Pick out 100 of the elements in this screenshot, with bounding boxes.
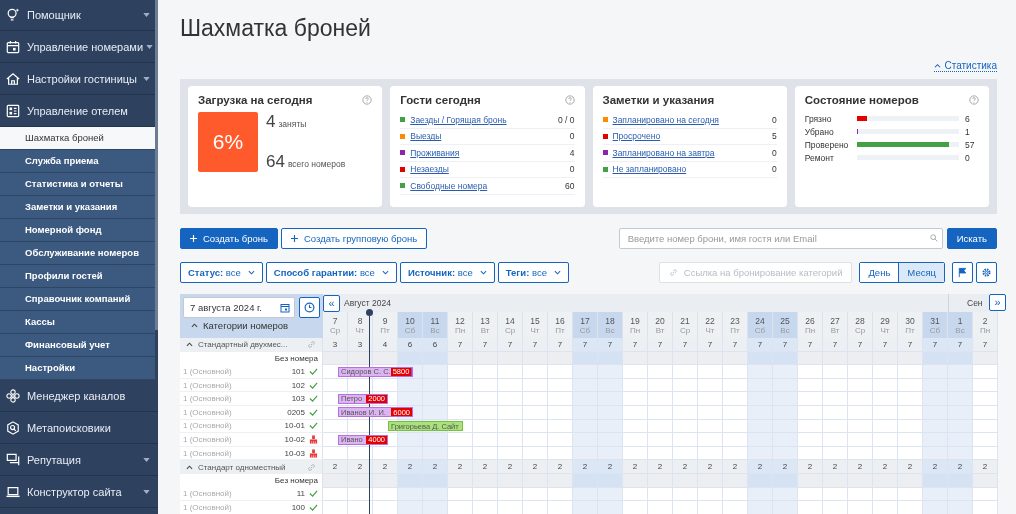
create-group-booking-button[interactable]: Создать групповую бронь bbox=[280, 227, 428, 249]
summary-value: 0 bbox=[569, 131, 575, 142]
availability-cell: 2 bbox=[623, 460, 648, 474]
sidebar-subitem[interactable]: Профили гостей bbox=[0, 265, 155, 288]
sidebar-subitem[interactable]: Статистика и отчеты bbox=[0, 173, 155, 196]
calendar-row[interactable] bbox=[323, 501, 998, 514]
previous-month-button[interactable]: « bbox=[323, 294, 340, 312]
link-icon bbox=[668, 267, 678, 277]
sidebar-item[interactable]: Репутация bbox=[0, 444, 158, 476]
clock-button[interactable] bbox=[299, 297, 320, 318]
day-header: 13 Вт bbox=[473, 312, 498, 338]
total-label: всего номеров bbox=[287, 159, 346, 169]
day-header: 2 Пн bbox=[973, 312, 998, 338]
availability-cell: 2 bbox=[648, 460, 673, 474]
availability-cell: 2 bbox=[423, 460, 448, 474]
status-value: 6 bbox=[965, 113, 971, 124]
availability-cell: 7 bbox=[748, 338, 773, 352]
summary-link[interactable]: Выезды bbox=[410, 131, 570, 142]
settings-icon bbox=[981, 266, 992, 278]
sidebar-item[interactable]: Конструктор сайта bbox=[0, 476, 158, 508]
caret-icon bbox=[143, 489, 150, 494]
availability-cell: 2 bbox=[948, 460, 973, 474]
summary-link[interactable]: Запланировано на завтра bbox=[612, 147, 772, 158]
flag-icon bbox=[957, 266, 968, 278]
calendar-row[interactable] bbox=[323, 473, 998, 488]
search-button[interactable]: Искать bbox=[946, 227, 997, 249]
room-number: 100 bbox=[291, 502, 305, 512]
summary-value: 60 bbox=[565, 180, 575, 191]
availability-cell: 7 bbox=[598, 338, 623, 352]
sidebar-subitem[interactable]: Кассы bbox=[0, 311, 155, 334]
filter-dropdown[interactable]: Способ гарантии: все bbox=[265, 261, 397, 283]
calendar-row[interactable] bbox=[323, 446, 998, 461]
date-field[interactable]: 7 августа 2024 г. bbox=[183, 297, 295, 318]
caret-up-icon bbox=[191, 323, 198, 328]
caret-up-icon bbox=[934, 63, 942, 68]
availability-cell: 7 bbox=[673, 338, 698, 352]
summary-link[interactable]: Свободные номера bbox=[410, 180, 566, 191]
summary-link[interactable]: Заезды / Горящая бронь bbox=[410, 114, 558, 125]
sidebar-subitem[interactable]: Шахматка броней bbox=[0, 127, 155, 150]
next-month-button[interactable]: » bbox=[989, 294, 1006, 311]
calendar-row[interactable] bbox=[323, 378, 998, 393]
summary-link[interactable]: Проживания bbox=[410, 147, 570, 158]
create-booking-button[interactable]: Создать бронь bbox=[180, 227, 278, 249]
sidebar-subitem[interactable]: Обслуживание номеров bbox=[0, 242, 155, 265]
day-header: 8 Чт bbox=[348, 312, 373, 338]
statistics-link[interactable]: Статистика bbox=[934, 60, 997, 72]
sidebar-item[interactable]: Метапоисковики bbox=[0, 412, 158, 444]
summary-link[interactable]: Запланировано на сегодня bbox=[612, 114, 772, 125]
view-mode-tab[interactable]: Месяц bbox=[898, 262, 944, 282]
sidebar-subitem[interactable]: Настройки bbox=[0, 357, 155, 380]
load-percent: 6% bbox=[198, 112, 258, 172]
day-header: 12 Пн bbox=[448, 312, 473, 338]
summary-value: 0 bbox=[772, 164, 777, 175]
summary-link[interactable]: Просрочено bbox=[612, 131, 772, 142]
availability-cell: 2 bbox=[498, 460, 523, 474]
dashboard-icon bbox=[6, 103, 20, 118]
day-header: 30 Пт bbox=[898, 312, 923, 338]
calendar-row[interactable] bbox=[323, 487, 998, 502]
link-icon bbox=[307, 462, 316, 472]
sidebar-subitem[interactable]: Справочник компаний bbox=[0, 288, 155, 311]
help-icon[interactable] bbox=[362, 95, 373, 105]
sidebar-subitem[interactable]: Служба приема bbox=[0, 150, 155, 173]
occupied-count: 4 bbox=[266, 112, 276, 132]
category-row[interactable]: Стандартный двухмес... bbox=[180, 338, 323, 352]
search-icon[interactable] bbox=[929, 234, 938, 242]
status-label: Убрано bbox=[804, 126, 835, 137]
sidebar-subitem[interactable]: Финансовый учет bbox=[0, 334, 155, 357]
filter-dropdown[interactable]: Источник: все bbox=[399, 261, 495, 283]
sidebar-subitem[interactable]: Номерной фонд bbox=[0, 219, 155, 242]
settings-button[interactable] bbox=[976, 261, 997, 283]
summary-link[interactable]: Не запланировано bbox=[612, 164, 772, 175]
category-row[interactable]: Стандарт одноместный bbox=[180, 460, 323, 474]
categories-header[interactable]: Категории номеров bbox=[183, 320, 320, 331]
summary-value: 0 bbox=[772, 114, 777, 125]
day-header: 18 Вс bbox=[598, 312, 623, 338]
summary-value: 0 / 0 bbox=[557, 114, 575, 125]
sidebar-item[interactable]: Менеджер каналов bbox=[0, 380, 158, 412]
calendar-row[interactable] bbox=[323, 351, 998, 366]
sidebar-subitem[interactable]: Заметки и указания bbox=[0, 196, 155, 219]
filter-dropdown[interactable]: Статус: все bbox=[180, 261, 263, 283]
day-header: 25 Вс bbox=[773, 312, 798, 338]
rate-label: 1 (Основной) bbox=[183, 394, 233, 404]
availability-cell: 7 bbox=[473, 338, 498, 352]
card-title: Заметки и указания bbox=[602, 94, 715, 106]
availability-cell: 2 bbox=[723, 460, 748, 474]
month-label: Сен bbox=[967, 298, 983, 308]
laptop-icon bbox=[6, 484, 20, 499]
availability-cell: 2 bbox=[548, 460, 573, 474]
rate-label: 1 (Основной) bbox=[183, 421, 233, 431]
card-title: Загрузка на сегодня bbox=[198, 94, 313, 106]
availability-cell: 2 bbox=[873, 460, 898, 474]
day-header: 23 Пт bbox=[723, 312, 748, 338]
total-count: 64 bbox=[266, 152, 285, 172]
help-icon[interactable] bbox=[564, 95, 575, 105]
search-field[interactable]: Введите номер брони, имя гостя или Email bbox=[618, 227, 943, 249]
help-icon[interactable] bbox=[969, 95, 979, 105]
flag-button[interactable] bbox=[952, 261, 973, 283]
summary-link[interactable]: Незаезды bbox=[410, 164, 570, 175]
view-mode-tab[interactable]: День bbox=[860, 262, 899, 282]
filter-dropdown[interactable]: Теги: все bbox=[497, 261, 569, 283]
